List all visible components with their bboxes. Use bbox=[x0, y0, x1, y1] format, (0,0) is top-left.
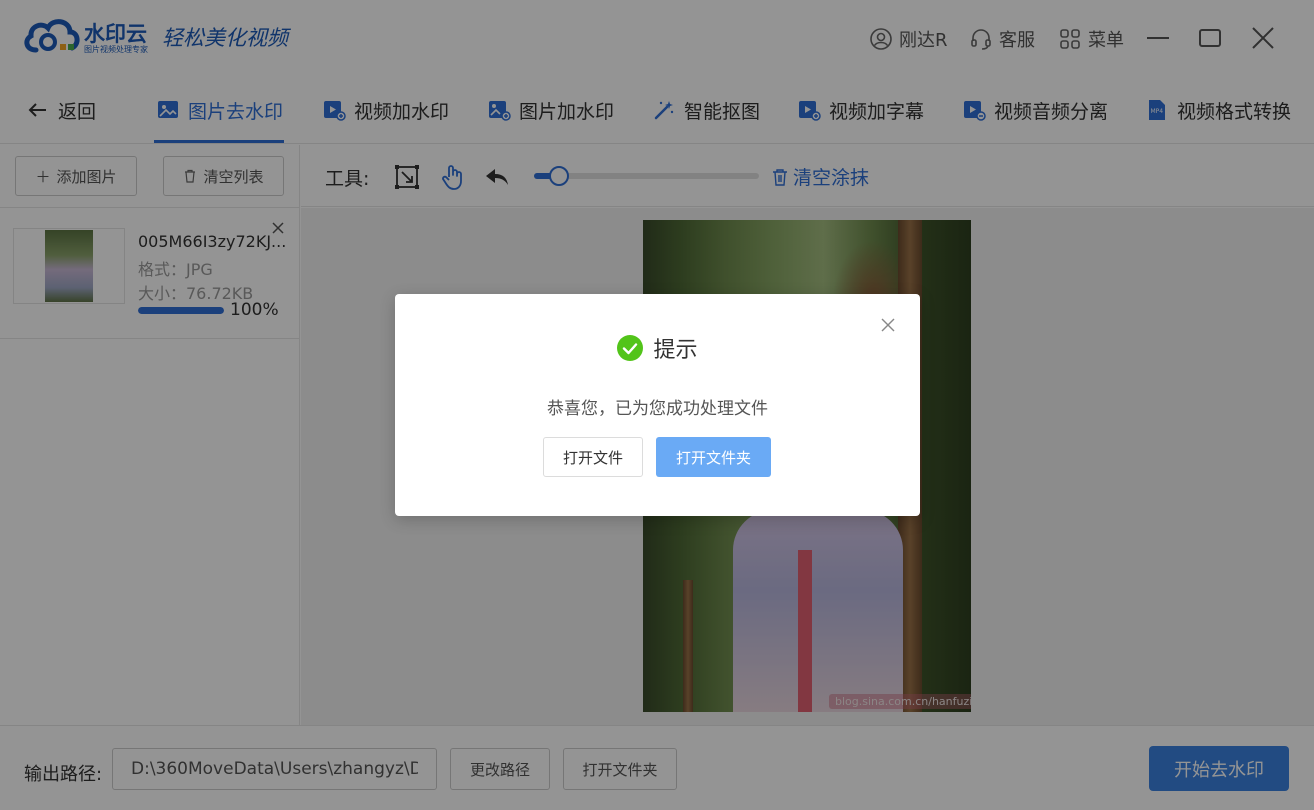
open-file-button[interactable]: 打开文件 bbox=[543, 437, 643, 477]
check-circle-icon bbox=[617, 335, 644, 361]
dialog-message: 恭喜您，已为您成功处理文件 bbox=[547, 399, 768, 419]
success-dialog: 提示 恭喜您，已为您成功处理文件 打开文件 打开文件夹 bbox=[395, 294, 920, 516]
dialog-title: 提示 bbox=[395, 332, 920, 364]
close-icon[interactable] bbox=[881, 318, 895, 332]
open-folder-dialog-button[interactable]: 打开文件夹 bbox=[656, 437, 771, 477]
dialog-title-text: 提示 bbox=[653, 338, 698, 363]
